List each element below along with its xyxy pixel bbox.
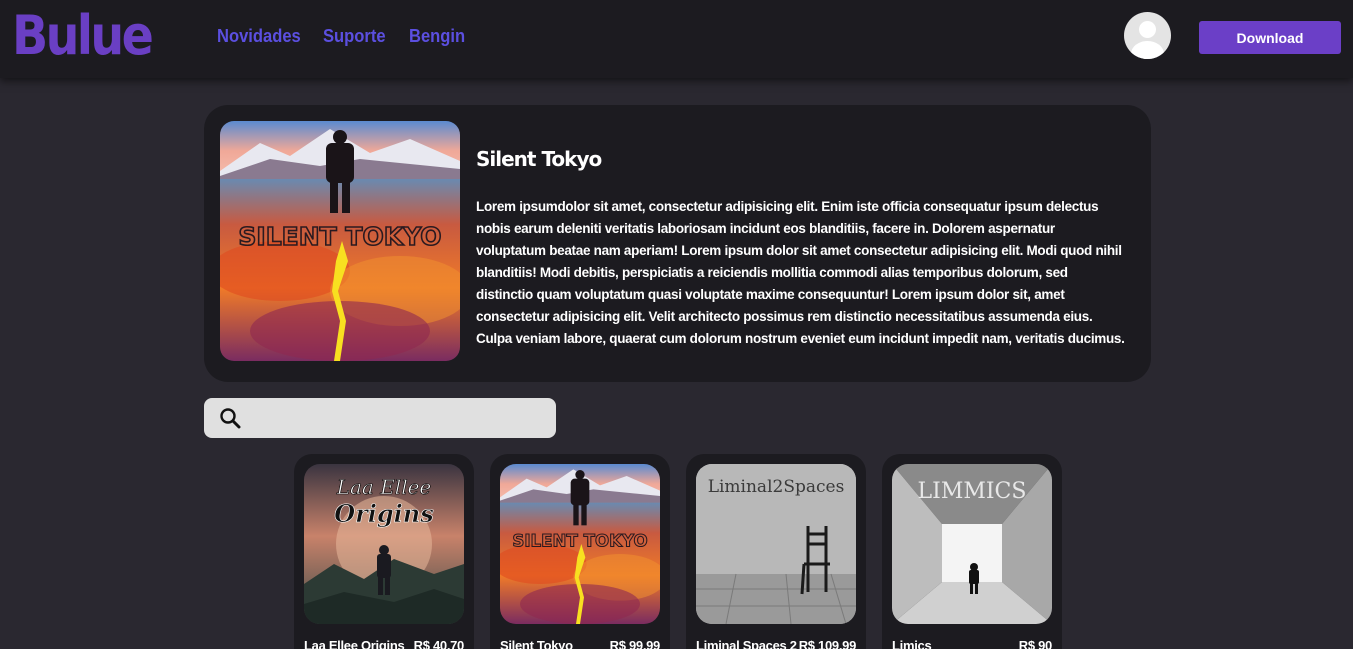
laa-ellee-cover-line1: Laa Ellee bbox=[336, 475, 432, 499]
liminal-spaces-cover-title: Liminal2Spaces bbox=[708, 477, 845, 497]
product-price: R$ 40,70 bbox=[413, 638, 465, 649]
main-nav: Novidades Suporte Bengin bbox=[217, 26, 479, 47]
laa-ellee-cover-line2: Origins bbox=[334, 499, 434, 528]
top-navbar: Bulue Novidades Suporte Bengin Download bbox=[0, 0, 1353, 78]
search-input[interactable] bbox=[250, 402, 546, 434]
nav-link-suporte[interactable]: Suporte bbox=[323, 26, 402, 47]
featured-game-description: Lorem ipsumdolor sit amet, consectetur a… bbox=[476, 199, 1125, 346]
product-name: Limics bbox=[892, 638, 932, 649]
product-card[interactable]: LIMMICS Limics R$ 90 bbox=[882, 454, 1062, 649]
product-price: R$ 90 bbox=[1018, 638, 1053, 649]
product-price: R$ 99,99 bbox=[609, 638, 661, 649]
silent-tokyo-cover-title: SILENT TOKYO bbox=[512, 532, 647, 551]
nav-link-bengin[interactable]: Bengin bbox=[409, 26, 473, 47]
product-name: Silent Tokyo bbox=[500, 638, 573, 649]
featured-game-card: SILENT TOKYO Silent Tokyo Lorem ipsumdol… bbox=[204, 105, 1151, 382]
search-bar[interactable] bbox=[204, 398, 556, 438]
product-name: Laa Ellee Origins bbox=[304, 638, 405, 649]
user-avatar-body bbox=[1131, 41, 1164, 59]
featured-game-cover[interactable]: SILENT TOKYO bbox=[220, 121, 460, 361]
nav-link-novidades[interactable]: Novidades bbox=[217, 26, 315, 47]
featured-game-title: Silent Tokyo bbox=[476, 147, 602, 171]
product-card[interactable]: SILENT TOKYO Silent Tokyo R$ 99,99 bbox=[490, 454, 670, 649]
search-icon[interactable] bbox=[219, 407, 241, 429]
user-avatar[interactable] bbox=[1124, 12, 1171, 59]
product-card[interactable]: Liminal2Spaces Liminal Spaces 2 R$ 109,9… bbox=[686, 454, 866, 649]
product-cover-laa-ellee: Laa Ellee Origins bbox=[304, 464, 464, 624]
featured-cover-title: SILENT TOKYO bbox=[238, 222, 441, 251]
product-cover-liminal-spaces: Liminal2Spaces bbox=[696, 464, 856, 624]
product-cover-silent-tokyo: SILENT TOKYO bbox=[500, 464, 660, 624]
product-card[interactable]: Laa Ellee Origins Laa Ellee Origins R$ 4… bbox=[294, 454, 474, 649]
download-button[interactable]: Download bbox=[1199, 21, 1341, 54]
product-name: Liminal Spaces 2 bbox=[696, 638, 797, 649]
product-cover-limics: LIMMICS bbox=[892, 464, 1052, 624]
limics-cover-title: LIMMICS bbox=[918, 479, 1027, 504]
logo[interactable]: Bulue bbox=[12, 4, 154, 68]
user-avatar-head bbox=[1139, 21, 1156, 38]
product-price: R$ 109,99 bbox=[798, 638, 857, 649]
